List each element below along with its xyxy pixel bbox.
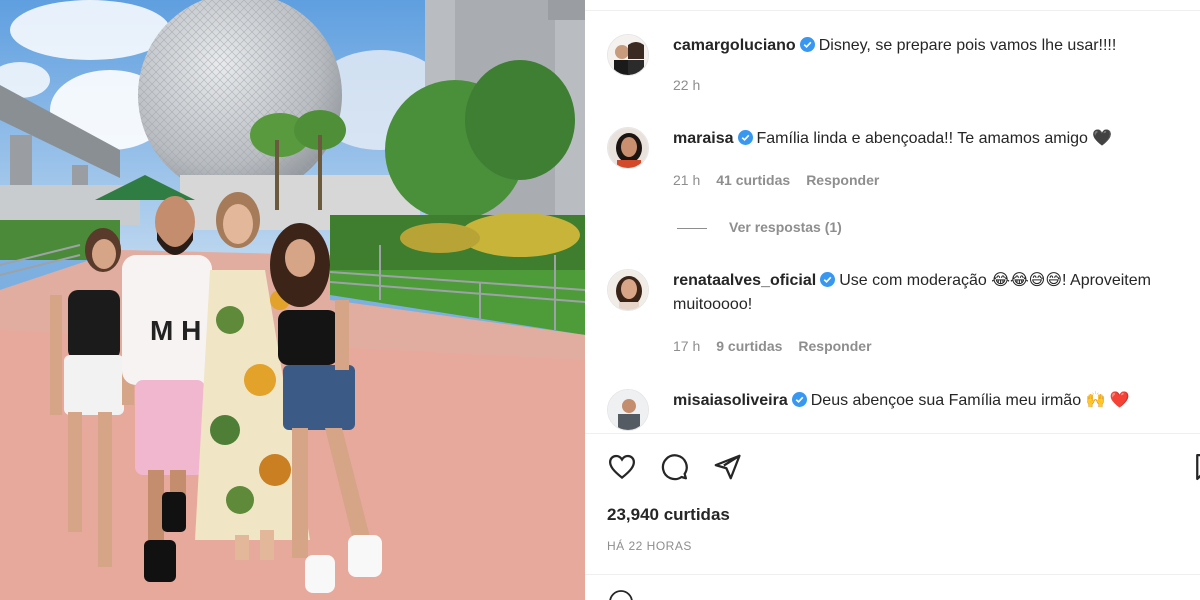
top-divider [585, 10, 1200, 11]
caption-meta: 22 h [673, 77, 716, 93]
comment-icon [661, 454, 688, 481]
verified-badge-icon [799, 37, 815, 52]
post-date[interactable]: HÁ 22 HORAS [607, 539, 692, 553]
reply-button[interactable]: Responder [806, 172, 879, 188]
comment: misaiasoliveira Deus abençoe sua Família … [607, 389, 1197, 433]
comment-likes[interactable]: 41 curtidas [716, 172, 790, 188]
avatar[interactable] [607, 34, 649, 76]
view-replies-label: Ver respostas (1) [729, 219, 842, 235]
verified-badge-icon [820, 272, 836, 287]
view-replies-button[interactable]: Ver respostas (1) [677, 219, 842, 235]
post-photo[interactable]: M H [0, 0, 585, 600]
comment-text: Família linda e abençoada!! Te amamos am… [756, 130, 1113, 147]
verified-badge-icon [791, 392, 807, 407]
like-button[interactable] [607, 452, 639, 484]
timestamp[interactable]: 22 h [673, 77, 700, 93]
username[interactable]: maraisa [673, 130, 734, 147]
username[interactable]: renataalves_oficial [673, 272, 816, 289]
comment-meta: 21 h 41 curtidas Responder [673, 172, 895, 188]
bottom-divider [585, 574, 1200, 575]
avatar[interactable] [607, 127, 649, 169]
emoji-icon[interactable] [607, 588, 635, 600]
caption-text: Disney, se prepare pois vamos lhe usar!!… [818, 37, 1117, 54]
avatar[interactable] [607, 269, 649, 311]
actions-divider [585, 433, 1200, 434]
save-button[interactable] [1191, 452, 1200, 484]
verified-badge-icon [737, 130, 753, 145]
share-button[interactable] [712, 452, 744, 484]
heart-icon [608, 454, 636, 480]
reply-button[interactable]: Responder [798, 338, 871, 354]
comment-text: Deus abençoe sua Família meu irmão 🙌 ❤️ [810, 392, 1130, 409]
comment-likes[interactable]: 9 curtidas [716, 338, 782, 354]
comments-panel: camargoluciano Disney, se prepare pois va… [585, 0, 1200, 600]
username[interactable]: camargoluciano [673, 37, 796, 54]
svg-text:M H: M H [150, 315, 201, 346]
timestamp[interactable]: 21 h [673, 172, 700, 188]
likes-count[interactable]: 23,940 curtidas [607, 505, 730, 525]
comment-meta: 17 h 9 curtidas Responder [673, 338, 888, 354]
bookmark-icon [1196, 454, 1200, 480]
timestamp[interactable]: 17 h [673, 338, 700, 354]
replies-dash [677, 227, 707, 229]
send-icon [714, 454, 741, 480]
avatar[interactable] [607, 389, 649, 431]
family-at-epcot-image: M H [0, 0, 585, 600]
username[interactable]: misaiasoliveira [673, 392, 788, 409]
comment-button[interactable] [659, 452, 691, 484]
